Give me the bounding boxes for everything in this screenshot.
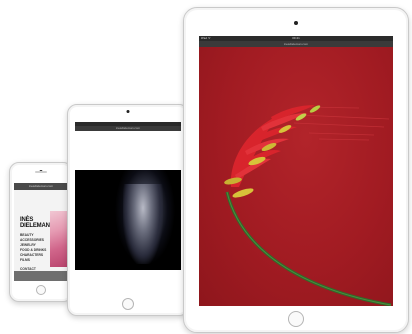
front-camera [294, 21, 298, 25]
ipad-mini-screen: inesdieleman.com [75, 122, 181, 298]
front-camera [126, 110, 130, 113]
hero-photo [50, 211, 68, 267]
home-button[interactable] [36, 285, 46, 295]
flower-stem [225, 191, 392, 306]
home-button[interactable] [288, 311, 304, 327]
home-button[interactable] [122, 298, 134, 310]
earpiece [35, 171, 47, 173]
address-bar[interactable]: inesdieleman.com [75, 126, 181, 131]
site-logo[interactable]: INÈS DIELEMAN [20, 217, 50, 229]
flower-illustration [224, 105, 392, 306]
stem-highlight [226, 191, 392, 306]
ipad-mini-device: inesdieleman.com [67, 104, 189, 316]
iphone-screen: inesdieleman.com INÈS DIELEMAN BEAUTY AC… [14, 183, 68, 281]
photo-subject [123, 184, 163, 264]
ipad-air-screen: iPad ᯤ 09:41 inesdieleman.com [199, 36, 393, 306]
logo-line-2: DIELEMAN [20, 223, 50, 229]
browser-toolbar [14, 271, 68, 281]
motion-streaks [293, 106, 390, 141]
iphone-device: inesdieleman.com INÈS DIELEMAN BEAUTY AC… [9, 162, 73, 302]
ipad-air-device: iPad ᯤ 09:41 inesdieleman.com [183, 7, 409, 333]
address-bar[interactable]: inesdieleman.com [14, 183, 68, 190]
